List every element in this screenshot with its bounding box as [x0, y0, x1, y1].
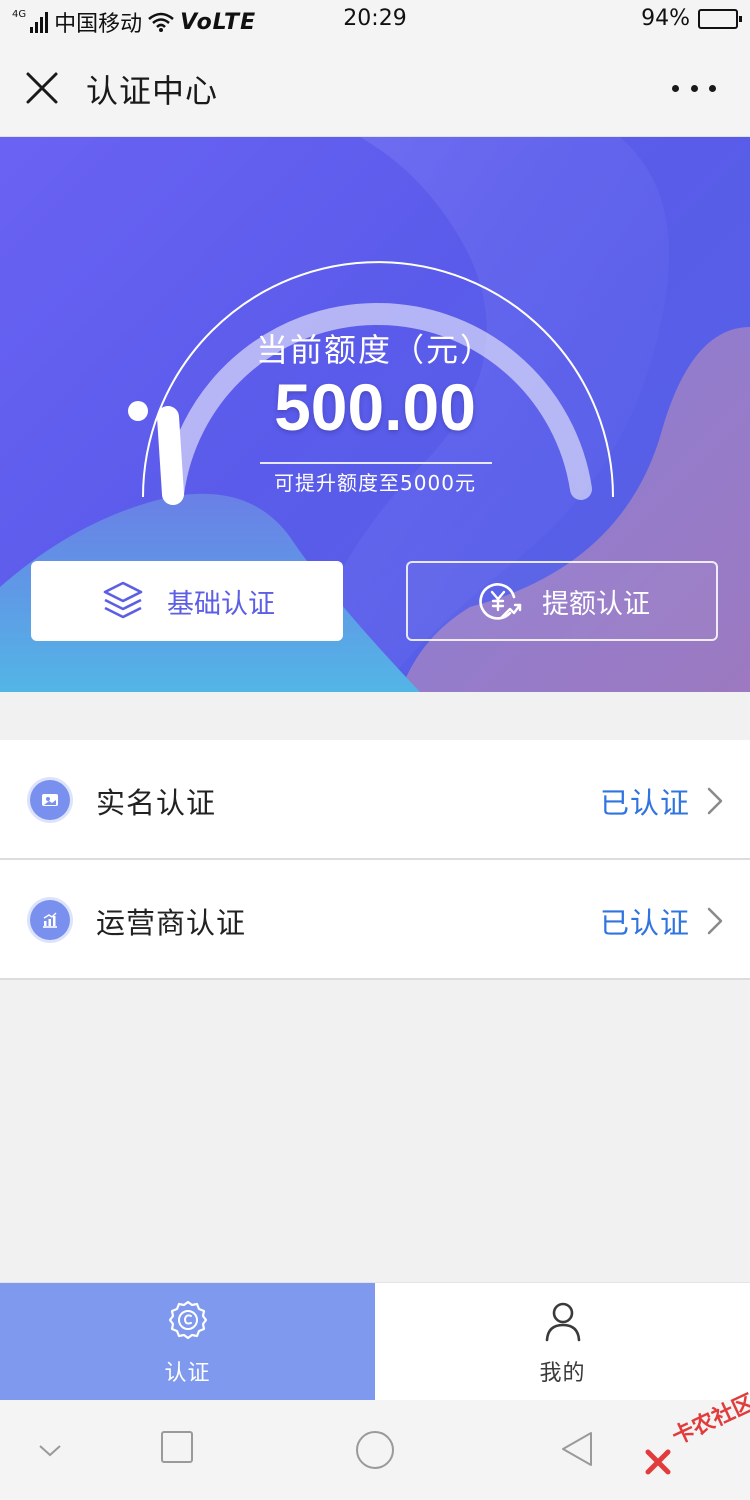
basic-verification-label: 基础认证 — [167, 588, 275, 620]
badge-icon — [168, 1300, 207, 1340]
layers-icon — [103, 581, 143, 619]
watermark-logo-icon — [645, 1449, 671, 1475]
tab-label: 认证 — [164, 1361, 211, 1386]
user-icon — [545, 1302, 580, 1342]
credit-upgrade-hint: 可提升额度至5000元 — [274, 471, 476, 495]
tab-verify[interactable]: 认证 — [0, 1283, 375, 1400]
more-icon[interactable] — [672, 76, 716, 100]
raise-limit-button[interactable]: 提额认证 — [406, 561, 718, 641]
credit-amount: 500.00 — [274, 370, 476, 444]
close-icon[interactable] — [20, 66, 64, 110]
list-item-label: 运营商认证 — [96, 906, 247, 940]
tab-label: 我的 — [539, 1361, 586, 1386]
home-icon[interactable] — [355, 1430, 395, 1470]
list-item-carrier[interactable]: 运营商认证 已认证 — [0, 860, 750, 980]
raise-limit-label: 提额认证 — [542, 588, 650, 620]
system-navigation-bar — [0, 1400, 750, 1500]
watermark: 卡农社区 — [644, 1390, 750, 1478]
tab-bar: 认证 我的 — [0, 1283, 750, 1400]
battery-icon — [698, 8, 742, 29]
list-item-label: 实名认证 — [96, 786, 217, 820]
chevron-right-icon — [707, 907, 723, 935]
battery-percent: 94% — [641, 6, 690, 31]
back-icon[interactable] — [560, 1430, 594, 1468]
credit-hero: 当前额度（元） 500.00 可提升额度至5000元 基础认证 提额认证 — [0, 137, 750, 692]
divider — [260, 462, 492, 464]
verified-status: 已认证 — [599, 906, 690, 940]
id-card-icon — [30, 780, 70, 820]
basic-verification-button[interactable]: 基础认证 — [31, 561, 343, 641]
chevron-down-icon[interactable] — [36, 1440, 64, 1460]
recent-apps-icon[interactable] — [160, 1430, 194, 1464]
verified-status: 已认证 — [599, 786, 690, 820]
credit-label: 当前额度（元） — [255, 331, 494, 369]
status-bar: 4G 中国移动 VoLTE 20:29 94% — [0, 0, 750, 40]
page-title: 认证中心 — [86, 72, 219, 110]
list-item-real-name[interactable]: 实名认证 已认证 — [0, 740, 750, 860]
yuan-up-icon — [479, 583, 522, 620]
chevron-right-icon — [707, 787, 723, 815]
chart-icon — [30, 900, 70, 940]
verification-list: 实名认证 已认证 运营商认证 已认证 — [0, 740, 750, 980]
nav-bar: 认证中心 — [0, 40, 750, 137]
clock: 20:29 — [343, 6, 407, 31]
tab-mine[interactable]: 我的 — [375, 1283, 750, 1400]
